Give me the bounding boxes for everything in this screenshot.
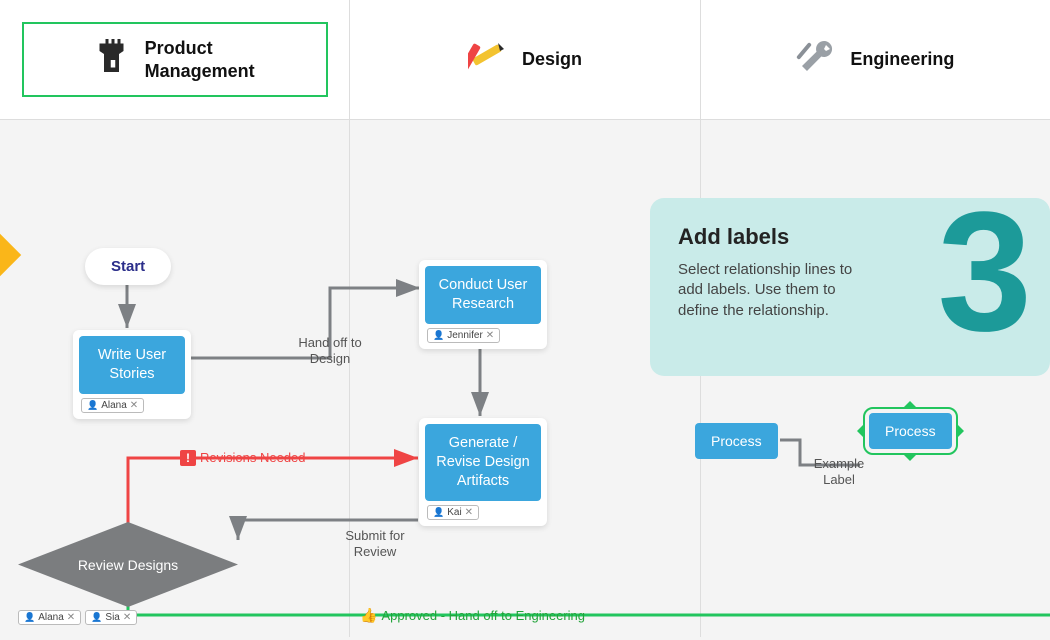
assignee-chip[interactable]: 👤Sia✕ [85, 610, 137, 625]
remove-icon[interactable]: ✕ [130, 400, 138, 411]
person-icon: 👤 [433, 507, 444, 518]
remove-icon[interactable]: ✕ [486, 330, 494, 341]
node-label: Conduct User Research [425, 266, 541, 324]
diamond-shape: Review Designs [18, 522, 238, 607]
node-conduct-user-research[interactable]: Conduct User Research 👤Jennifer✕ [419, 260, 547, 349]
assignee-chip[interactable]: 👤Kai✕ [427, 505, 479, 520]
person-icon: 👤 [24, 612, 35, 623]
lane-header-product[interactable]: Product Management [0, 0, 350, 119]
alert-icon: ! [180, 450, 196, 466]
castle-icon [95, 36, 131, 83]
lane-title: Design [522, 48, 582, 71]
person-icon: 👤 [433, 330, 444, 341]
assignee-chips: 👤Jennifer✕ [419, 328, 547, 343]
node-label: Generate / Revise Design Artifacts [425, 424, 541, 501]
lane-title: Product Management [145, 37, 255, 82]
example-process-a[interactable]: Process [695, 423, 778, 459]
example-edge-label: Example Label [804, 456, 874, 487]
node-review-designs[interactable]: Review Designs 👤Alana✕ 👤Sia✕ [18, 522, 238, 625]
person-icon: 👤 [87, 400, 98, 411]
selection-handle-left[interactable] [851, 425, 863, 437]
node-write-user-stories[interactable]: Write User Stories 👤Alana✕ [73, 330, 191, 419]
thumbs-up-icon: 👍 [360, 607, 377, 624]
step-number: 3 [937, 174, 1032, 370]
lane-header-design[interactable]: Design [350, 0, 700, 119]
edge-label-revisions: !Revisions Needed [180, 450, 306, 466]
selection-handle-down[interactable] [904, 455, 916, 467]
edge-label-submit: Submit for Review [330, 528, 420, 559]
selection-handle-right[interactable] [958, 425, 970, 437]
lane-title: Engineering [850, 48, 954, 71]
instruction-callout: 3 Add labels Select relationship lines t… [650, 198, 1050, 376]
assignee-chip[interactable]: 👤Jennifer✕ [427, 328, 500, 343]
pencil-ruler-icon [468, 37, 508, 82]
node-generate-artifacts[interactable]: Generate / Revise Design Artifacts 👤Kai✕ [419, 418, 547, 526]
selection-handle-up[interactable] [904, 395, 916, 407]
node-label: Write User Stories [79, 336, 185, 394]
example-process-b[interactable]: Process [869, 413, 952, 449]
remove-icon[interactable]: ✕ [123, 612, 131, 623]
assignee-chip[interactable]: 👤Alana✕ [18, 610, 81, 625]
edge-label-handoff-design: Hand off to Design [285, 335, 375, 366]
remove-icon[interactable]: ✕ [465, 507, 473, 518]
assignee-chip[interactable]: 👤Alana✕ [81, 398, 144, 413]
wrench-screwdriver-icon [796, 37, 836, 82]
lane-col-design[interactable] [350, 120, 700, 637]
example-process-b-wrapper: Process [869, 413, 952, 449]
assignee-chips: 👤Alana✕ 👤Sia✕ [18, 610, 238, 625]
callout-body: Select relationship lines to add labels.… [678, 260, 878, 321]
person-icon: 👤 [91, 612, 102, 623]
assignee-chips: 👤Kai✕ [419, 505, 547, 520]
lane-header-engineering[interactable]: Engineering [701, 0, 1050, 119]
start-node[interactable]: Start [85, 248, 171, 285]
assignee-chips: 👤Alana✕ [73, 398, 191, 413]
swimlane-headers: Product Management Design Engineering [0, 0, 1050, 120]
remove-icon[interactable]: ✕ [67, 612, 75, 623]
edge-label-approved: 👍Approved - Hand off to Engineering [360, 607, 585, 624]
